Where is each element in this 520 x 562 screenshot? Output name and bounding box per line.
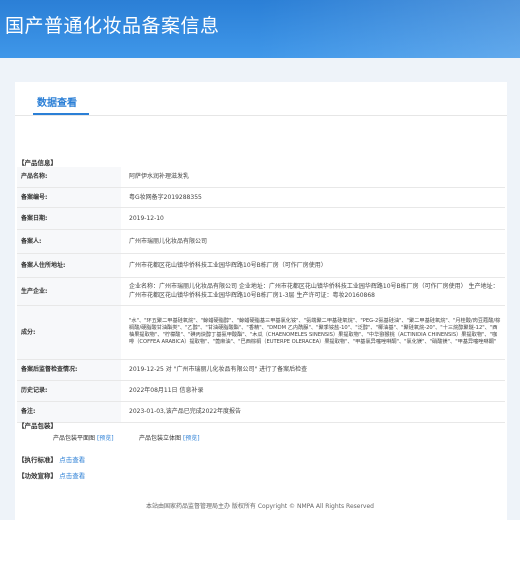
- package-stereo-item: 产品包装立体图 [预览]: [139, 433, 200, 442]
- header-banner: 国产普通化妆品备案信息: [0, 0, 520, 58]
- table-row: 历史记录: 2022年08月11日 信息补录: [17, 380, 505, 402]
- table-row: 生产企业: 企业名称：广州市瑞丽儿化妆品有限公司 企业地址：广州市花都区花山镇华…: [17, 277, 505, 306]
- table-row: 备案人住所地址: 广州市花都区花山镇华侨科技工业园华辉路10号B栋厂房（可作厂房…: [17, 253, 505, 278]
- standard-view-link[interactable]: 点击查看: [59, 456, 85, 464]
- package-stereo-label: 产品包装立体图: [139, 435, 182, 442]
- section-label-standard: 【执行标准】: [18, 456, 57, 464]
- row-value: 阿萨伊水润补理滋发乳: [121, 167, 505, 188]
- page-title: 国产普通化妆品备案信息: [5, 15, 220, 37]
- row-value: 2019-12-25 对 "广州市瑞丽儿化妆品有限公司" 进行了备案后检查: [121, 359, 505, 381]
- row-value: 广州市瑞丽儿化妆品有限公司: [121, 229, 505, 254]
- info-card: 数据查看 【产品信息】 产品名称: 阿萨伊水润补理滋发乳 备案编号: 粤G妆网备…: [15, 82, 507, 562]
- row-value: 企业名称：广州市瑞丽儿化妆品有限公司 企业地址：广州市花都区花山镇华侨科技工业园…: [121, 277, 505, 306]
- package-front-item: 产品包装平面图 [预览]: [53, 433, 114, 442]
- section-efficacy: 【功效宣称】 点击查看: [18, 470, 85, 480]
- package-stereo-preview-link[interactable]: [预览]: [183, 435, 200, 442]
- banner-decoration: [260, 0, 520, 58]
- table-row: 备案人: 广州市瑞丽儿化妆品有限公司: [17, 229, 505, 254]
- tab-bar: 数据查看: [15, 82, 507, 116]
- efficacy-view-link[interactable]: 点击查看: [59, 472, 85, 480]
- row-value: 2022年08月11日 信息补录: [121, 380, 505, 402]
- table-row: 备案编号: 粤G妆网备字2019288355: [17, 187, 505, 208]
- row-key: 备案日期:: [17, 207, 121, 230]
- table-row: 产品名称: 阿萨伊水润补理滋发乳: [17, 167, 505, 188]
- tab-active-indicator: [33, 113, 89, 115]
- footer-copyright: 本站由国家药品监督管理局主办 版权所有 Copyright © NMPA All…: [146, 503, 374, 510]
- row-key: 产品名称:: [17, 167, 121, 188]
- row-key: 备案人:: [17, 229, 121, 254]
- row-key: 生产企业:: [17, 277, 121, 306]
- section-standard: 【执行标准】 点击查看: [18, 454, 85, 464]
- row-value: 粤G妆网备字2019288355: [121, 187, 505, 208]
- row-key: 备案人住所地址:: [17, 253, 121, 278]
- table-row: 备注: 2023-01-03,该产品已完成2022年度报告: [17, 401, 505, 423]
- section-label-efficacy: 【功效宣称】: [18, 472, 57, 480]
- table-row: 备案后监督检查情况: 2019-12-25 对 "广州市瑞丽儿化妆品有限公司" …: [17, 359, 505, 381]
- table-row: 备案日期: 2019-12-10: [17, 207, 505, 230]
- section-label-package: 【产品包装】: [18, 422, 57, 430]
- product-info-table: 产品名称: 阿萨伊水润补理滋发乳 备案编号: 粤G妆网备字2019288355 …: [17, 167, 505, 423]
- row-value: 广州市花都区花山镇华侨科技工业园华辉路10号B栋厂房（可作厂房使用）: [121, 253, 505, 278]
- section-label-product-info: 【产品信息】: [18, 159, 57, 167]
- row-key: 历史记录:: [17, 380, 121, 402]
- tab-data-view[interactable]: 数据查看: [37, 94, 77, 109]
- package-front-preview-link[interactable]: [预览]: [97, 435, 114, 442]
- row-value: "水"、"环五聚二甲基硅氧烷"、"鲸蜡硬脂醇"、"鲸蜡硬脂基三甲基氯化铵"、"氨…: [121, 305, 505, 360]
- package-front-label: 产品包装平面图: [53, 435, 96, 442]
- row-value: 2019-12-10: [121, 207, 505, 230]
- row-value: 2023-01-03,该产品已完成2022年度报告: [121, 401, 505, 423]
- content-area: 数据查看 【产品信息】 产品名称: 阿萨伊水润补理滋发乳 备案编号: 粤G妆网备…: [0, 58, 520, 562]
- row-key: 备案后监督检查情况:: [17, 359, 121, 381]
- row-key: 备注:: [17, 401, 121, 423]
- table-row: 成分: "水"、"环五聚二甲基硅氧烷"、"鲸蜡硬脂醇"、"鲸蜡硬脂基三甲基氯化铵…: [17, 305, 505, 360]
- row-key: 成分:: [17, 305, 121, 360]
- row-key: 备案编号:: [17, 187, 121, 208]
